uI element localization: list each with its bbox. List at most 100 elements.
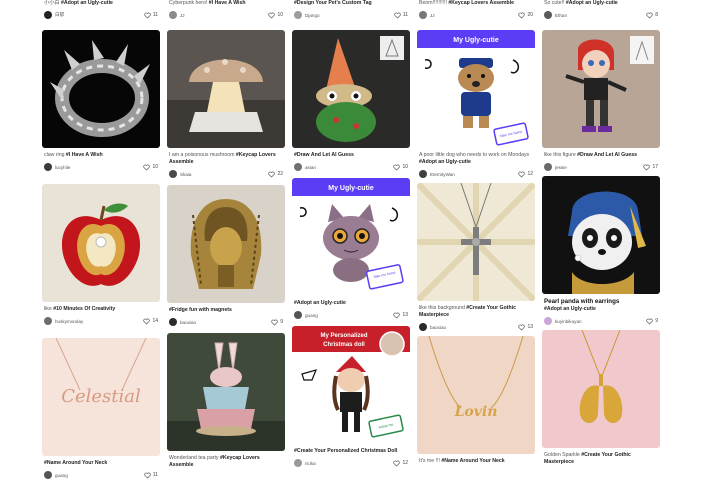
like-button[interactable]: 10 (393, 164, 408, 171)
avatar (44, 11, 52, 19)
like-button[interactable]: 12 (518, 171, 533, 178)
avatar (169, 318, 177, 326)
tea-party-keycap-image (167, 333, 285, 451)
like-button[interactable]: 11 (394, 12, 408, 19)
like-button[interactable]: 20 (518, 12, 533, 19)
like-button[interactable]: 14 (143, 318, 158, 325)
post-card[interactable]: #Draw And Let AI Guess asian 10 (292, 30, 410, 172)
post-image[interactable]: My Ugly-cutie Take me home (417, 30, 535, 148)
gothic-cross-image (417, 183, 535, 301)
post-card[interactable]: claw ring #I Have A Wish lucyhile 10 (42, 30, 160, 172)
feed-column-3: #Design Your Pet's Custom Tag Django 11 #… (292, 0, 410, 468)
post-card[interactable]: My Ugly-cutie Take me home #Adopt an Ugl… (292, 178, 410, 320)
like-button[interactable]: 13 (518, 324, 533, 331)
like-button[interactable]: 12 (393, 460, 408, 467)
post-card[interactable]: Celestial #Name Around Your Neck guang 11 (42, 338, 160, 480)
like-button[interactable]: 10 (268, 12, 283, 19)
post-image[interactable] (542, 176, 660, 294)
post-image[interactable]: My Ugly-cutie Take me home (292, 178, 410, 296)
post-author[interactable]: ricika (294, 459, 316, 467)
post-card[interactable]: #Design Your Pet's Custom Tag Django 11 (292, 0, 410, 30)
post-image[interactable] (167, 30, 285, 148)
post-author[interactable]: lucyhile (44, 163, 70, 171)
post-image[interactable] (42, 184, 160, 302)
like-button[interactable]: 11 (144, 472, 158, 479)
post-card[interactable]: Lovin It's me !!! #Name Around Your Neck (417, 336, 535, 465)
post-image[interactable]: Celestial (42, 338, 160, 456)
post-author[interactable]: EternityWan (419, 170, 455, 178)
post-author[interactable]: JJ (419, 11, 435, 19)
post-author[interactable]: kuyinbikuyan (544, 317, 582, 325)
feed-column-2: Cyberpunk hero! #I Have A Wish JJ 10 I am… (167, 0, 285, 469)
post-card[interactable]: My Ugly-cutie Take me home A poor little… (417, 30, 535, 179)
post-card[interactable]: Pearl panda with earrings #Adopt an Ugly-… (542, 176, 660, 326)
post-card[interactable]: I am a poisonous mushroom #Keycap Lovers… (167, 30, 285, 179)
post-author[interactable]: guang (294, 311, 318, 319)
post-card[interactable]: 小小白 #Adopt an Ugly-cutie 白郁 11 (42, 0, 160, 30)
post-author[interactable]: guang (44, 471, 68, 479)
post-card[interactable]: Wonderland tea party #Keycap Lovers Asse… (167, 333, 285, 469)
lungs-necklace-image (542, 330, 660, 448)
post-card[interactable]: My Personalized Christmas doll Adopt me … (292, 326, 410, 468)
heart-icon (143, 164, 151, 171)
like-button[interactable]: 11 (144, 12, 158, 19)
post-caption: Wonderland tea party #Keycap Lovers Asse… (169, 455, 260, 468)
post-card[interactable]: like this background #Create Your Gothic… (417, 183, 535, 332)
post-image[interactable] (42, 30, 160, 148)
like-button[interactable]: 22 (268, 171, 283, 178)
like-button[interactable]: 9 (646, 318, 658, 325)
post-card[interactable]: like #10 Minutes Of Creativity huskymond… (42, 184, 160, 326)
ugly-cutie-cat-image: My Ugly-cutie Take me home (292, 178, 410, 296)
banner-line-1: My Personalized (320, 333, 367, 339)
mushroom-keycap-image (167, 30, 285, 148)
heart-icon (268, 171, 276, 178)
post-author[interactable]: Ethan (544, 11, 567, 19)
post-card[interactable]: like this figure #Draw And Let AI Guess … (542, 30, 660, 172)
post-author[interactable]: huskymonday (44, 317, 83, 325)
post-card[interactable]: Cyberpunk hero! #I Have A Wish JJ 10 (167, 0, 285, 30)
post-image[interactable] (542, 330, 660, 448)
post-author[interactable]: Django (294, 11, 320, 19)
post-card[interactable]: Beom!!!!!!!!!! #Keycap Lovers Assemble J… (417, 0, 535, 30)
post-author[interactable]: baoxiao (419, 323, 446, 331)
like-button[interactable]: 8 (646, 12, 658, 19)
post-card[interactable]: So cute!! #Adopt an Ugly-cutie Ethan 8 (542, 0, 660, 30)
like-button[interactable]: 13 (393, 312, 408, 319)
post-author[interactable]: Skaia (169, 170, 192, 178)
post-card[interactable]: Golden Sparkle #Create Your Gothic Maste… (542, 330, 660, 466)
post-author[interactable]: JJ (169, 11, 185, 19)
ugly-cutie-dog-image: My Ugly-cutie Take me home (417, 30, 535, 148)
avatar (44, 471, 52, 479)
post-image[interactable] (167, 185, 285, 303)
post-image[interactable] (542, 30, 660, 148)
like-button[interactable]: 10 (143, 164, 158, 171)
post-caption: So cute!! #Adopt an Ugly-cutie (544, 0, 618, 6)
avatar (544, 317, 552, 325)
like-button[interactable]: 17 (643, 164, 658, 171)
post-card[interactable]: #Fridge fun with magnets baoxiao 9 (167, 185, 285, 327)
post-caption: like this background #Create Your Gothic… (419, 305, 516, 318)
post-image[interactable] (167, 333, 285, 451)
avatar (419, 323, 427, 331)
necklace-text: Lovin (454, 404, 498, 420)
post-image[interactable] (417, 183, 535, 301)
post-caption: I am a poisonous mushroom #Keycap Lovers… (169, 152, 276, 165)
like-button[interactable]: 9 (271, 319, 283, 326)
post-caption: 小小白 #Adopt an Ugly-cutie (44, 0, 113, 6)
feed-column-5: So cute!! #Adopt an Ugly-cutie Ethan 8 li… (542, 0, 660, 466)
post-caption: Beom!!!!!!!!!! #Keycap Lovers Assemble (419, 0, 514, 6)
post-author[interactable]: jessie (544, 163, 567, 171)
post-author[interactable]: baoxiao (169, 318, 196, 326)
avatar (294, 459, 302, 467)
heart-icon (646, 12, 653, 19)
post-caption: #Fridge fun with magnets (169, 307, 232, 313)
post-image[interactable] (292, 30, 410, 148)
avatar (294, 163, 302, 171)
post-author[interactable]: 白郁 (44, 11, 64, 19)
post-image[interactable]: My Personalized Christmas doll Adopt me (292, 326, 410, 444)
heart-icon (643, 164, 651, 171)
post-image[interactable]: Lovin (417, 336, 535, 454)
avatar (169, 170, 177, 178)
banner-title: My Ugly-cutie (328, 185, 374, 192)
post-author[interactable]: asian (294, 163, 316, 171)
